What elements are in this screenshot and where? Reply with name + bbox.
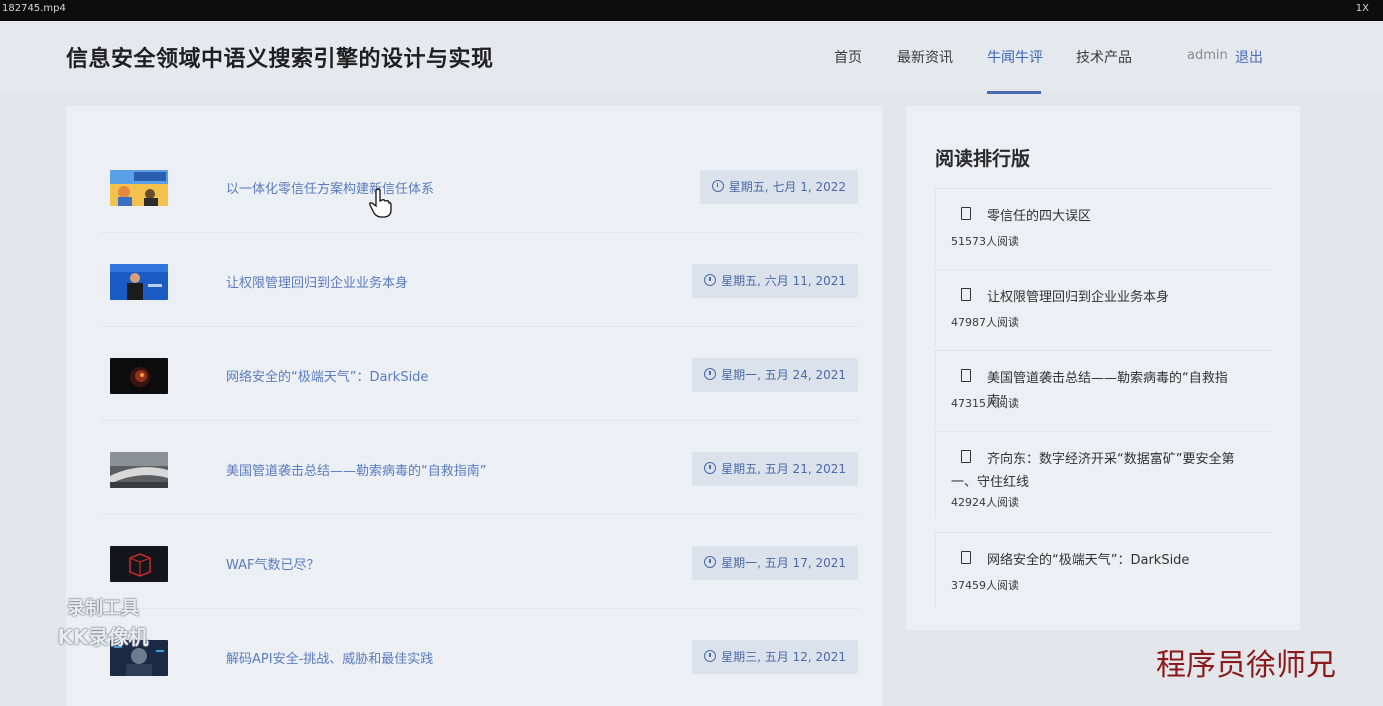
recorder-watermark-line2: KK录像机 (57, 625, 149, 649)
ranking-item[interactable]: 美国管道袭击总结——勒索病毒的“自救指南” 47315人阅读 (935, 350, 1272, 427)
ranking-item[interactable]: 让权限管理回归到企业业务本身 47987人阅读 (935, 269, 1272, 346)
ranking-item[interactable]: 网络安全的“极端天气”：DarkSide 37459人阅读 (935, 532, 1272, 609)
article-thumbnail[interactable] (110, 452, 168, 488)
site-title: 信息安全领域中语义搜索引擎的设计与实现 (66, 47, 494, 72)
article-title[interactable]: WAF气数已尽？ (226, 554, 320, 573)
reading-ranking-panel: 阅读排行版 零信任的四大误区 51573人阅读 让权限管理回归到企业业务本身 4… (906, 106, 1300, 630)
hand-cursor-icon (369, 188, 392, 218)
clock-icon (704, 650, 717, 662)
ranking-item-count: 47987人阅读 (951, 316, 1019, 329)
clipboard-icon (961, 207, 971, 220)
article-title[interactable]: 让权限管理回归到企业业务本身 (226, 272, 408, 291)
playback-speed[interactable]: 1X (1356, 3, 1369, 14)
ranking-item-count: 51573人阅读 (951, 235, 1019, 248)
row-divider (100, 608, 860, 609)
article-list: 以一体化零信任方案构建新信任体系 星期五, 七月 1, 2022 让权限管理回归… (66, 106, 882, 706)
article-date-text: 星期五, 七月 1, 2022 (728, 180, 846, 194)
video-player-bar: 182745.mp4 1X (0, 0, 1383, 21)
dark-sphere-image (110, 358, 168, 394)
ranking-item-title[interactable]: 美国管道袭击总结——勒索病毒的“自救指南” (987, 367, 1247, 413)
article-date-text: 星期一, 五月 17, 2021 (721, 556, 846, 570)
article-date: 星期五, 五月 21, 2021 (692, 452, 858, 486)
ranking-item-count: 47315人阅读 (951, 397, 1019, 410)
ranking-item[interactable]: 零信任的四大误区 51573人阅读 (935, 188, 1272, 265)
video-filename: 182745.mp4 (2, 3, 66, 14)
ranking-title: 阅读排行版 (935, 148, 1031, 170)
nav-active-indicator (987, 91, 1041, 94)
clipboard-icon (961, 288, 971, 301)
nav-news-reviews[interactable]: 牛闻牛评 (987, 47, 1043, 67)
pipeline-image (110, 452, 168, 488)
article-row[interactable]: 解码API安全-挑战、威胁和最佳实践 星期三, 五月 12, 2021 (100, 628, 860, 688)
article-row[interactable]: 美国管道袭击总结——勒索病毒的“自救指南” 星期五, 五月 21, 2021 (100, 440, 860, 500)
article-thumbnail[interactable] (110, 546, 168, 582)
ranking-item-title[interactable]: 齐向东：数字经济开采“数据富矿”要安全第一、守住红线 (951, 448, 1251, 494)
article-title[interactable]: 解码API安全-挑战、威胁和最佳实践 (226, 648, 433, 667)
clock-icon (704, 274, 717, 286)
article-row[interactable]: 让权限管理回归到企业业务本身 星期五, 六月 11, 2021 (100, 252, 860, 312)
site-header: 信息安全领域中语义搜索引擎的设计与实现 首页 最新资讯 牛闻牛评 技术产品 ad… (0, 21, 1383, 94)
row-divider (100, 326, 860, 327)
nav-home[interactable]: 首页 (834, 47, 862, 67)
article-title[interactable]: 网络安全的“极端天气”：DarkSide (226, 366, 428, 385)
clipboard-icon (961, 551, 971, 564)
row-divider (100, 232, 860, 233)
article-date: 星期一, 五月 17, 2021 (692, 546, 858, 580)
recorder-watermark-line1: 录制工具 (67, 598, 139, 619)
speaker-image (110, 264, 168, 300)
row-divider (100, 420, 860, 421)
ranking-item-title[interactable]: 网络安全的“极端天气”：DarkSide (987, 549, 1247, 572)
ranking-item-count: 42924人阅读 (951, 496, 1019, 509)
clock-icon (704, 556, 717, 568)
article-date: 星期五, 六月 11, 2021 (692, 264, 858, 298)
clock-icon (704, 462, 717, 474)
ranking-item[interactable]: 齐向东：数字经济开采“数据富矿”要安全第一、守住红线 42924人阅读 (935, 431, 1272, 518)
row-divider (100, 514, 860, 515)
article-date: 星期五, 七月 1, 2022 (699, 170, 858, 204)
article-thumbnail[interactable] (110, 358, 168, 394)
author-watermark: 程序员徐师兄 (1156, 648, 1336, 683)
article-date-text: 星期五, 五月 21, 2021 (721, 462, 846, 476)
article-date-text: 星期三, 五月 12, 2021 (721, 650, 846, 664)
clock-icon (711, 180, 724, 192)
clipboard-icon (961, 369, 971, 382)
article-row[interactable]: 以一体化零信任方案构建新信任体系 星期五, 七月 1, 2022 (100, 158, 860, 218)
nav-tech-products[interactable]: 技术产品 (1076, 47, 1132, 67)
article-row[interactable]: 网络安全的“极端天气”：DarkSide 星期一, 五月 24, 2021 (100, 346, 860, 406)
article-title[interactable]: 以一体化零信任方案构建新信任体系 (226, 178, 434, 197)
article-thumbnail[interactable] (110, 170, 168, 206)
article-title[interactable]: 美国管道袭击总结——勒索病毒的“自救指南” (226, 460, 486, 479)
article-date: 星期一, 五月 24, 2021 (692, 358, 858, 392)
article-date-text: 星期五, 六月 11, 2021 (721, 274, 846, 288)
news-banner-image (110, 170, 168, 206)
ranking-item-title[interactable]: 让权限管理回归到企业业务本身 (987, 286, 1247, 309)
clock-icon (704, 368, 717, 380)
article-date: 星期三, 五月 12, 2021 (692, 640, 858, 674)
ranking-item-count: 37459人阅读 (951, 579, 1019, 592)
article-thumbnail[interactable] (110, 264, 168, 300)
logout-link[interactable]: 退出 (1235, 47, 1263, 67)
ranking-item-title[interactable]: 零信任的四大误区 (987, 205, 1247, 228)
recorder-watermark: 录制工具 KK录像机 (38, 594, 168, 650)
nav-latest-news[interactable]: 最新资讯 (897, 47, 953, 67)
red-cube-image (110, 546, 168, 582)
article-date-text: 星期一, 五月 24, 2021 (721, 368, 846, 382)
article-row[interactable]: WAF气数已尽？ 星期一, 五月 17, 2021 (100, 534, 860, 594)
username: admin (1187, 48, 1228, 63)
